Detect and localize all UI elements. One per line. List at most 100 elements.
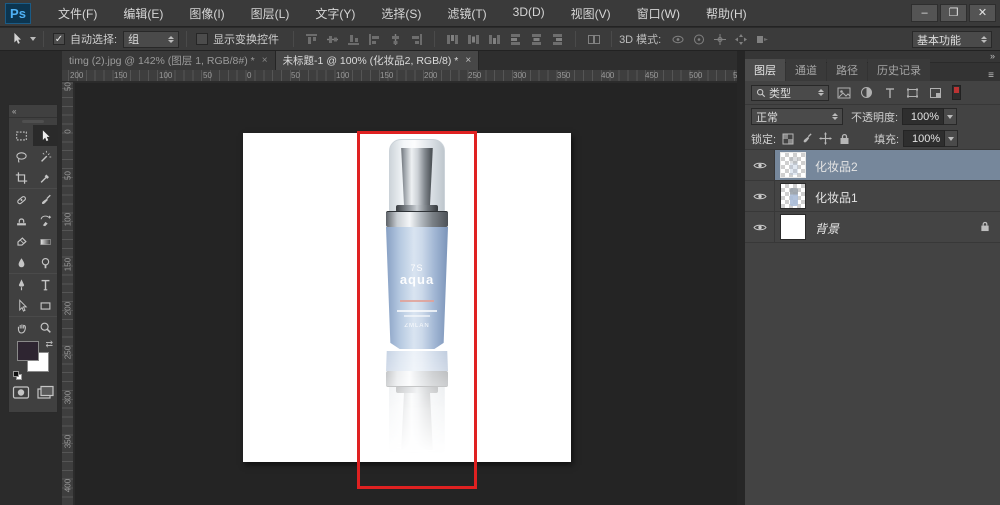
visibility-toggle[interactable]	[745, 212, 775, 243]
distribute-h-center-icon[interactable]	[528, 32, 545, 47]
type-tool[interactable]	[33, 274, 57, 295]
fill-value[interactable]: 100%	[903, 130, 946, 147]
menu-window[interactable]: 窗口(W)	[624, 0, 693, 27]
distribute-top-icon[interactable]	[444, 32, 461, 47]
dodge-tool[interactable]	[33, 252, 57, 273]
rectangle-shape-tool[interactable]	[33, 295, 57, 316]
layer-thumbnail[interactable]	[780, 183, 806, 209]
menu-help[interactable]: 帮助(H)	[693, 0, 760, 27]
3d-scale-icon[interactable]	[753, 32, 770, 47]
crop-tool[interactable]	[9, 167, 33, 188]
selection-red-rectangle[interactable]	[357, 131, 477, 489]
menu-edit[interactable]: 编辑(E)	[110, 0, 176, 27]
opacity-value[interactable]: 100%	[902, 108, 945, 125]
foreground-color-swatch[interactable]	[17, 341, 39, 361]
panel-menu-icon[interactable]: ≡	[988, 70, 1000, 81]
layer-row-cosmetic2[interactable]: 化妆品2	[745, 150, 1000, 181]
distribute-right-icon[interactable]	[549, 32, 566, 47]
move-tool[interactable]	[33, 125, 57, 146]
layer-name[interactable]: 化妆品1	[815, 189, 858, 206]
fill-caret-icon[interactable]	[945, 130, 959, 147]
lasso-tool[interactable]	[9, 146, 33, 167]
menu-type[interactable]: 文字(Y)	[302, 0, 368, 27]
lock-all-icon[interactable]	[837, 132, 852, 146]
menu-view[interactable]: 视图(V)	[558, 0, 624, 27]
pixel-layer-filter-icon[interactable]	[835, 85, 852, 100]
align-right-edges-icon[interactable]	[408, 32, 425, 47]
maximize-button[interactable]: ❐	[940, 4, 967, 22]
show-transform-checkbox[interactable]	[196, 33, 209, 45]
align-horizontal-centers-icon[interactable]	[387, 32, 404, 47]
align-top-edges-icon[interactable]	[303, 32, 320, 47]
eraser-tool[interactable]	[9, 231, 33, 252]
menu-select[interactable]: 选择(S)	[368, 0, 434, 27]
menu-image[interactable]: 图像(I)	[176, 0, 237, 27]
align-left-edges-icon[interactable]	[366, 32, 383, 47]
toolbox-collapse-icon[interactable]: «	[9, 105, 57, 118]
3d-roll-icon[interactable]	[690, 32, 707, 47]
layer-name[interactable]: 背景	[815, 220, 839, 237]
layer-thumbnail[interactable]	[780, 214, 806, 240]
opacity-caret-icon[interactable]	[944, 108, 958, 125]
path-selection-tool[interactable]	[9, 295, 33, 316]
clone-stamp-tool[interactable]	[9, 210, 33, 231]
canvas-area[interactable]: 7S aqua ZMLAN 7S aqua ZM	[75, 83, 737, 505]
history-brush-tool[interactable]	[33, 210, 57, 231]
horizontal-ruler[interactable]: 200 150 100 50 0 50 100 150 200 250 300 …	[62, 70, 737, 82]
auto-select-checkbox[interactable]: ✓	[53, 33, 65, 45]
zoom-tool[interactable]	[33, 317, 57, 338]
menu-filter[interactable]: 滤镜(T)	[434, 0, 499, 27]
layer-row-background[interactable]: 背景	[745, 212, 1000, 243]
visibility-toggle[interactable]	[745, 150, 775, 181]
default-colors-icon[interactable]	[13, 371, 23, 380]
tab-channels[interactable]: 通道	[786, 59, 826, 81]
adjustment-layer-filter-icon[interactable]	[858, 85, 875, 100]
3d-rotate-icon[interactable]	[669, 32, 686, 47]
tab-close-icon[interactable]: ×	[465, 55, 471, 66]
healing-brush-tool[interactable]	[9, 189, 33, 210]
tab-close-icon[interactable]: ×	[262, 55, 268, 66]
distribute-v-center-icon[interactable]	[465, 32, 482, 47]
brush-tool[interactable]	[33, 189, 57, 210]
auto-align-layers-icon[interactable]	[585, 32, 602, 47]
3d-drag-icon[interactable]	[711, 32, 728, 47]
pen-tool[interactable]	[9, 274, 33, 295]
menu-file[interactable]: 文件(F)	[45, 0, 110, 27]
swap-colors-icon[interactable]: ⇄	[45, 339, 53, 350]
type-layer-filter-icon[interactable]	[881, 85, 898, 100]
menu-3d[interactable]: 3D(D)	[500, 0, 558, 27]
document-tab-1[interactable]: timg (2).jpg @ 142% (图层 1, RGB/8#) * ×	[62, 51, 276, 70]
minimize-button[interactable]: –	[911, 4, 938, 22]
shape-layer-filter-icon[interactable]	[904, 85, 921, 100]
lock-image-pixels-icon[interactable]	[799, 132, 814, 146]
document-tab-2[interactable]: 未标题-1 @ 100% (化妆品2, RGB/8) * ×	[275, 51, 480, 70]
workspace-switcher[interactable]: 基本功能	[912, 31, 992, 48]
3d-slide-icon[interactable]	[732, 32, 749, 47]
layer-thumbnail[interactable]	[780, 152, 806, 178]
eyedropper-tool[interactable]	[33, 167, 57, 188]
lock-position-icon[interactable]	[818, 132, 833, 146]
distribute-left-icon[interactable]	[507, 32, 524, 47]
menu-layer[interactable]: 图层(L)	[238, 0, 303, 27]
align-bottom-edges-icon[interactable]	[345, 32, 362, 47]
blend-mode-dropdown[interactable]: 正常	[751, 108, 843, 125]
toolbox-grip[interactable]	[22, 120, 44, 123]
screen-mode-button[interactable]	[36, 385, 54, 405]
rectangular-marquee-tool[interactable]	[9, 125, 33, 146]
tab-paths[interactable]: 路径	[827, 59, 867, 81]
smart-object-filter-icon[interactable]	[927, 85, 944, 100]
layer-filter-dropdown[interactable]: 类型	[751, 84, 829, 101]
layer-row-cosmetic1[interactable]: 化妆品1	[745, 181, 1000, 212]
magic-wand-tool[interactable]	[33, 146, 57, 167]
tool-preset-caret-icon[interactable]	[30, 37, 36, 41]
visibility-toggle[interactable]	[745, 181, 775, 212]
layer-filter-toggle[interactable]	[952, 85, 961, 100]
auto-select-dropdown[interactable]: 组	[123, 30, 180, 48]
close-button[interactable]: ✕	[969, 4, 996, 22]
lock-transparent-pixels-icon[interactable]	[780, 132, 795, 146]
hand-tool[interactable]	[9, 317, 33, 338]
tab-layers[interactable]: 图层	[745, 59, 785, 81]
align-vertical-centers-icon[interactable]	[324, 32, 341, 47]
gradient-tool[interactable]	[33, 231, 57, 252]
distribute-bottom-icon[interactable]	[486, 32, 503, 47]
